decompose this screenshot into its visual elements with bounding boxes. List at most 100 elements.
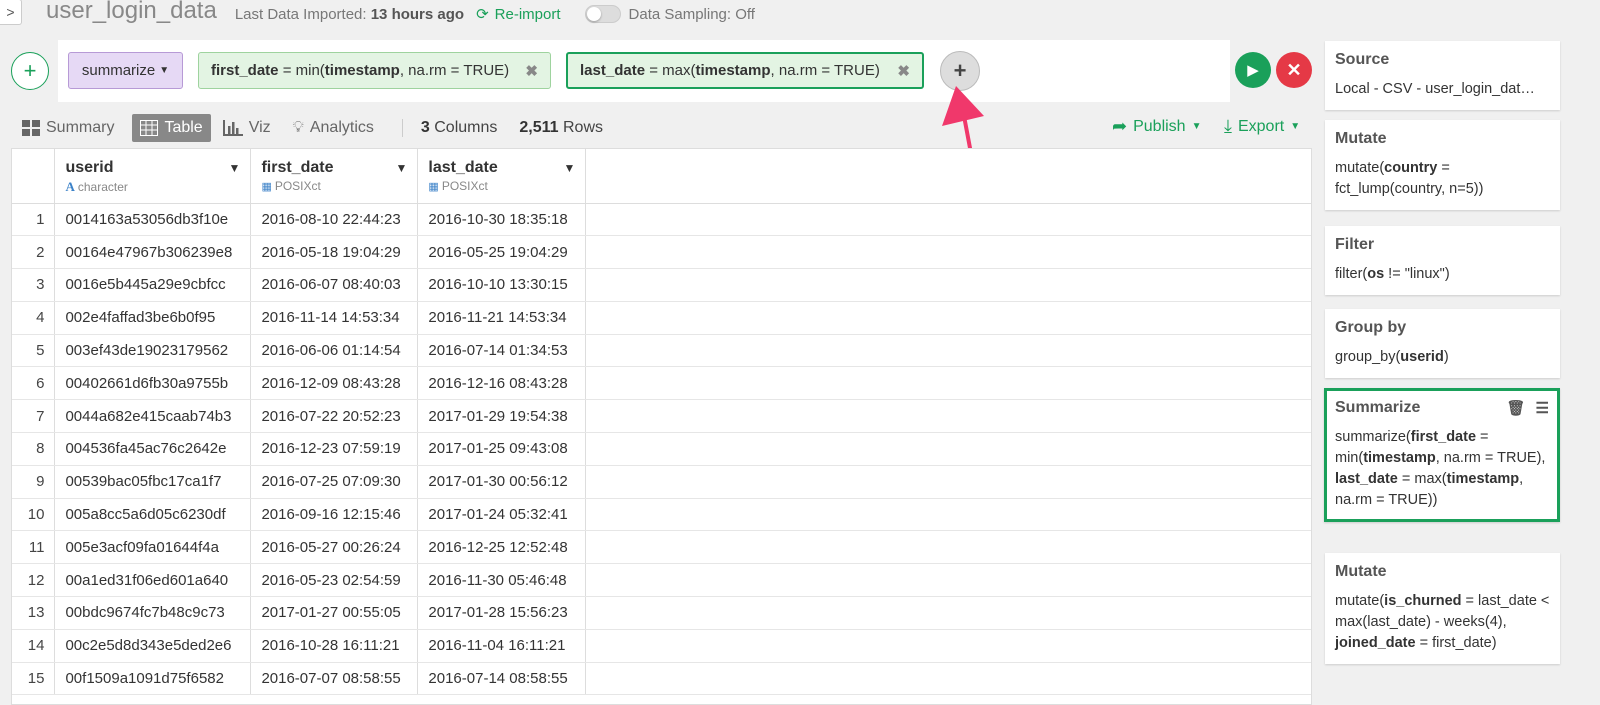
cell-first-date: 2016-05-27 00:26:24 [250,530,419,565]
expr-func: = min( [278,62,325,79]
tab-viz[interactable]: Viz [215,114,279,142]
tab-summary-label: Summary [46,119,115,136]
first-date-expression[interactable]: first_date = min(timestamp, na.rm = TRUE… [198,52,551,89]
empty-cell [585,563,1311,598]
columns-count: 3 Columns [421,119,498,137]
step-mutate[interactable]: Mutate mutate(country = fct_lump(country,… [1325,120,1560,210]
lightbulb-icon: 💡︎ [292,119,304,136]
rows-count-label: Rows [562,119,603,136]
remove-last-date-icon[interactable]: ✖ [897,62,910,80]
menu-icon[interactable]: ☰ [1536,399,1549,417]
rows-count: 2,511 Rows [519,119,603,137]
cell-userid: 00539bac05fbc17ca1f7 [54,465,252,499]
step-summarize[interactable]: Summarize 🗑︎ ☰ summarize(first_date = min(t… [1324,388,1560,522]
last-date-expression[interactable]: last_date = max(timestamp, na.rm = TRUE)… [566,52,924,89]
imported-prefix: Last Data Imported: [234,5,367,23]
step-title: Group by [1335,319,1550,337]
tab-analytics[interactable]: 💡︎ Analytics [285,114,382,142]
expr-arg: timestamp [324,62,400,79]
trash-icon[interactable]: 🗑︎ [1507,399,1526,417]
row-index: 15 [12,662,56,696]
empty-cell [585,301,1311,335]
cell-first-date: 2016-05-18 19:04:29 [250,235,419,270]
last-date-expression-text: last_date = max(timestamp, na.rm = TRUE) [580,62,880,79]
row-index: 8 [12,432,56,466]
run-button[interactable]: ▶ [1235,52,1271,88]
step-title: Mutate [1335,563,1550,581]
cell-first-date: 2016-12-09 08:43:28 [250,366,419,401]
expr-rest: , na.rm = TRUE) [399,62,510,79]
remove-first-date-icon[interactable]: ✖ [525,62,538,80]
summarize-label: summarize [81,62,156,79]
row-index: 1 [12,203,56,237]
empty-header-space [585,149,1311,204]
cell-last-date: 2016-11-30 05:46:48 [417,563,587,598]
pipeline-steps-panel: Source Local - CSV - user_login_dat… Mutat… [1322,38,1600,705]
chevron-down-icon[interactable]: ▼ [563,161,575,175]
rows-count-value: 2,511 [519,119,559,136]
cell-last-date: 2016-12-16 08:43:28 [417,366,587,401]
step-filter[interactable]: Filter filter(os != "linux") [1325,226,1560,295]
table-row: 2 00164e47967b306239e8 2016-05-18 19:04:29… [12,235,1311,270]
cell-first-date: 2016-06-07 08:40:03 [250,268,419,302]
table-row: 15 00f1509a1091d75f6582 2016-07-07 08:58:5… [12,662,1311,696]
table-icon [140,120,159,136]
empty-cell [585,203,1311,237]
add-step-button[interactable]: + [11,52,49,90]
row-index: 6 [12,366,56,401]
table-row: 12 00a1ed31f06ed601a640 2016-05-23 02:54:5… [12,563,1311,598]
step-code: mutate(country = fct_lump(country, n=5)) [1335,160,1484,197]
cell-last-date: 2016-07-14 01:34:53 [417,334,587,368]
cell-last-date: 2016-12-25 12:52:48 [417,530,587,565]
first-date-expression-text: first_date = min(timestamp, na.rm = TRUE… [211,62,509,79]
cancel-button[interactable]: ✕ [1276,52,1312,88]
cell-userid: 004536fa45ac76c2642e [54,432,252,466]
cell-userid: 005a8cc5a6d05c6230df [54,498,252,532]
view-bar: Summary Table Viz 💡︎ Analytics 3 Columns… [0,112,1322,144]
cell-first-date: 2016-07-25 07:09:30 [250,465,419,499]
top-bar: > user_login_data Last Data Imported: 13… [0,0,1330,28]
publish-button[interactable]: ➦ Publish ▼ [1112,116,1201,137]
add-expression-button[interactable]: + [940,51,980,91]
step-mutate[interactable]: Mutate mutate(is_churned = last_date < ma… [1325,553,1560,664]
table-row: 7 0044a682e415caab74b3 2016-07-22 20:52:23… [12,399,1311,434]
export-button[interactable]: ⤓ Export ▼ [1224,116,1300,137]
table-header-row: userid Acharacter ▼ first_date ▦ POSIXct … [12,149,1311,204]
calendar-icon: ▦ [428,180,439,193]
divider [401,119,403,137]
cell-last-date: 2016-05-25 19:04:29 [417,235,587,270]
close-icon: ✕ [1286,59,1302,80]
cell-userid: 00f1509a1091d75f6582 [54,662,252,696]
reimport-label: Re-import [494,5,561,23]
cell-last-date: 2016-10-10 13:30:15 [417,268,587,302]
caret-down-icon: ▼ [159,65,170,76]
chevron-down-icon[interactable]: ▼ [229,161,241,175]
back-button[interactable]: > [0,0,22,25]
chevron-down-icon[interactable]: ▼ [396,161,408,175]
cell-last-date: 2016-11-21 14:53:34 [417,301,587,335]
cell-userid: 00bdc9674fc7b48c9c73 [54,596,252,630]
reimport-button[interactable]: ⟳ Re-import [476,5,561,24]
tab-table[interactable]: Table [132,114,211,142]
index-header [12,149,56,204]
page-title: user_login_data [46,0,217,24]
step-source[interactable]: Source Local - CSV - user_login_dat… [1325,41,1560,110]
empty-cell [585,465,1311,499]
data-sampling-toggle[interactable] [584,5,621,23]
row-index: 2 [12,235,56,270]
column-name: last_date [428,159,498,176]
summarize-dropdown[interactable]: summarize ▼ [68,52,183,89]
table-row: 4 002e4faffad3be6b0f95 2016-11-14 14:53:34… [12,301,1311,335]
empty-cell [585,596,1311,630]
empty-cell [585,432,1311,466]
cell-first-date: 2016-07-22 20:52:23 [250,399,419,434]
table-row: 3 0016e5b445a29e9cbfcc 2016-06-07 08:40:03… [12,268,1311,302]
data-sampling-label: Data Sampling: Off [628,5,755,23]
column-header-first-date[interactable]: first_date ▦ POSIXct ▼ [250,149,419,204]
caret-down-icon: ▼ [1191,121,1202,132]
step-group-by[interactable]: Group by group_by(userid) [1325,309,1560,378]
column-header-userid[interactable]: userid Acharacter ▼ [54,149,252,204]
column-header-last-date[interactable]: last_date ▦ POSIXct ▼ [417,149,587,204]
column-name: first_date [261,159,334,176]
tab-summary[interactable]: Summary [14,114,122,142]
